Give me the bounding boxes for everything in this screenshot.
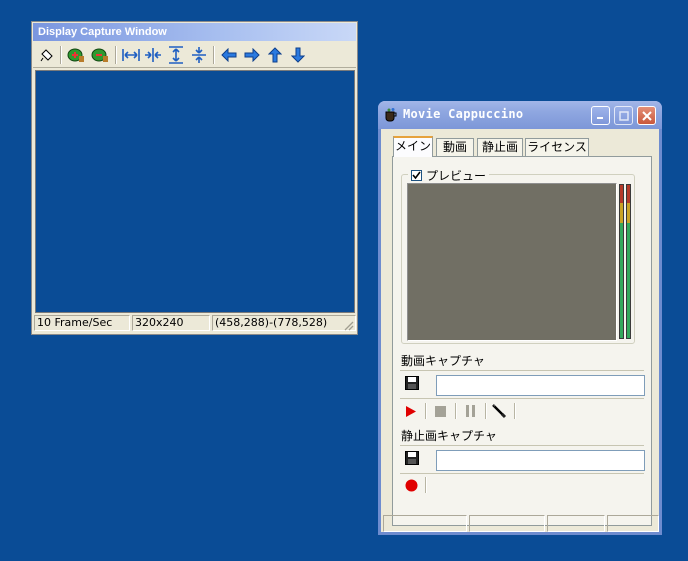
- play-icon: [406, 405, 416, 417]
- maximize-icon: [618, 110, 629, 121]
- preview-label: プレビュー: [426, 169, 487, 183]
- fps-status: 10 Frame/Sec: [34, 315, 130, 331]
- pause-button[interactable]: [462, 403, 478, 419]
- mc-status-bar: [381, 513, 659, 534]
- resize-grip-icon[interactable]: [342, 319, 354, 331]
- close-button[interactable]: [637, 106, 656, 125]
- level-meter-right: [626, 184, 631, 339]
- status-panel: [607, 515, 659, 532]
- pause-icon: [465, 405, 475, 417]
- play-record-button[interactable]: [403, 403, 419, 419]
- stop-icon: [434, 405, 446, 417]
- record-dot-icon: [405, 479, 417, 491]
- stretch-horizontal-icon[interactable]: [121, 45, 141, 65]
- size-status: 320x240: [132, 315, 210, 331]
- arrow-up-icon[interactable]: [265, 45, 285, 65]
- display-capture-window: Display Capture Window 10 Frame/Sec 320x…: [31, 21, 358, 335]
- remove-region-icon[interactable]: [90, 45, 110, 65]
- movie-cappuccino-window: Movie Cappuccino メイン 動画 静止画 ライセンス プレビュー: [378, 101, 662, 535]
- still-save-icon[interactable]: [405, 451, 419, 465]
- video-save-icon[interactable]: [405, 376, 419, 390]
- divider: [400, 445, 644, 446]
- pen-settings-button[interactable]: [491, 403, 507, 419]
- arrow-left-icon[interactable]: [219, 45, 239, 65]
- video-capture-label: 動画キャプチャ: [401, 354, 485, 368]
- checkmark-icon: [412, 171, 421, 180]
- tab-still[interactable]: 静止画: [477, 138, 523, 156]
- region-status: (458,288)-(778,528): [212, 315, 356, 331]
- tab-main[interactable]: メイン: [393, 136, 433, 157]
- video-filename-input[interactable]: [436, 375, 645, 396]
- capture-area[interactable]: [35, 70, 355, 313]
- capture-window-title[interactable]: Display Capture Window: [33, 23, 356, 41]
- pointer-icon[interactable]: [37, 45, 57, 65]
- still-capture-label: 静止画キャプチャ: [401, 429, 497, 443]
- capture-toolbar: [33, 42, 356, 68]
- arrow-right-icon[interactable]: [242, 45, 262, 65]
- shrink-horizontal-icon[interactable]: [143, 45, 163, 65]
- maximize-button[interactable]: [614, 106, 633, 125]
- preview-group: プレビュー: [401, 167, 635, 344]
- preview-checkbox[interactable]: [411, 170, 422, 181]
- minimize-button[interactable]: [591, 106, 610, 125]
- minimize-icon: [597, 117, 603, 119]
- stop-button[interactable]: [432, 403, 448, 419]
- tab-video[interactable]: 動画: [436, 138, 474, 156]
- tab-license[interactable]: ライセンス: [525, 138, 589, 156]
- coffee-cup-icon: [385, 108, 397, 122]
- arrow-down-icon[interactable]: [288, 45, 308, 65]
- preview-checkbox-row[interactable]: プレビュー: [408, 167, 490, 184]
- divider: [400, 398, 644, 399]
- close-icon: [641, 110, 652, 121]
- status-panel: [547, 515, 605, 532]
- snapshot-button[interactable]: [403, 477, 419, 493]
- divider: [400, 473, 644, 474]
- pen-icon: [492, 404, 507, 419]
- status-panel: [469, 515, 545, 532]
- divider: [400, 370, 644, 371]
- shrink-vertical-icon[interactable]: [189, 45, 209, 65]
- add-region-icon[interactable]: [66, 45, 86, 65]
- capture-status-bar: 10 Frame/Sec 320x240 (458,288)-(778,528): [34, 315, 356, 332]
- stretch-vertical-icon[interactable]: [166, 45, 186, 65]
- status-panel: [383, 515, 467, 532]
- preview-screen: [407, 183, 617, 341]
- mc-titlebar[interactable]: Movie Cappuccino: [378, 101, 662, 129]
- still-filename-input[interactable]: [436, 450, 645, 471]
- mc-title: Movie Cappuccino: [403, 107, 524, 121]
- level-meter-left: [619, 184, 624, 339]
